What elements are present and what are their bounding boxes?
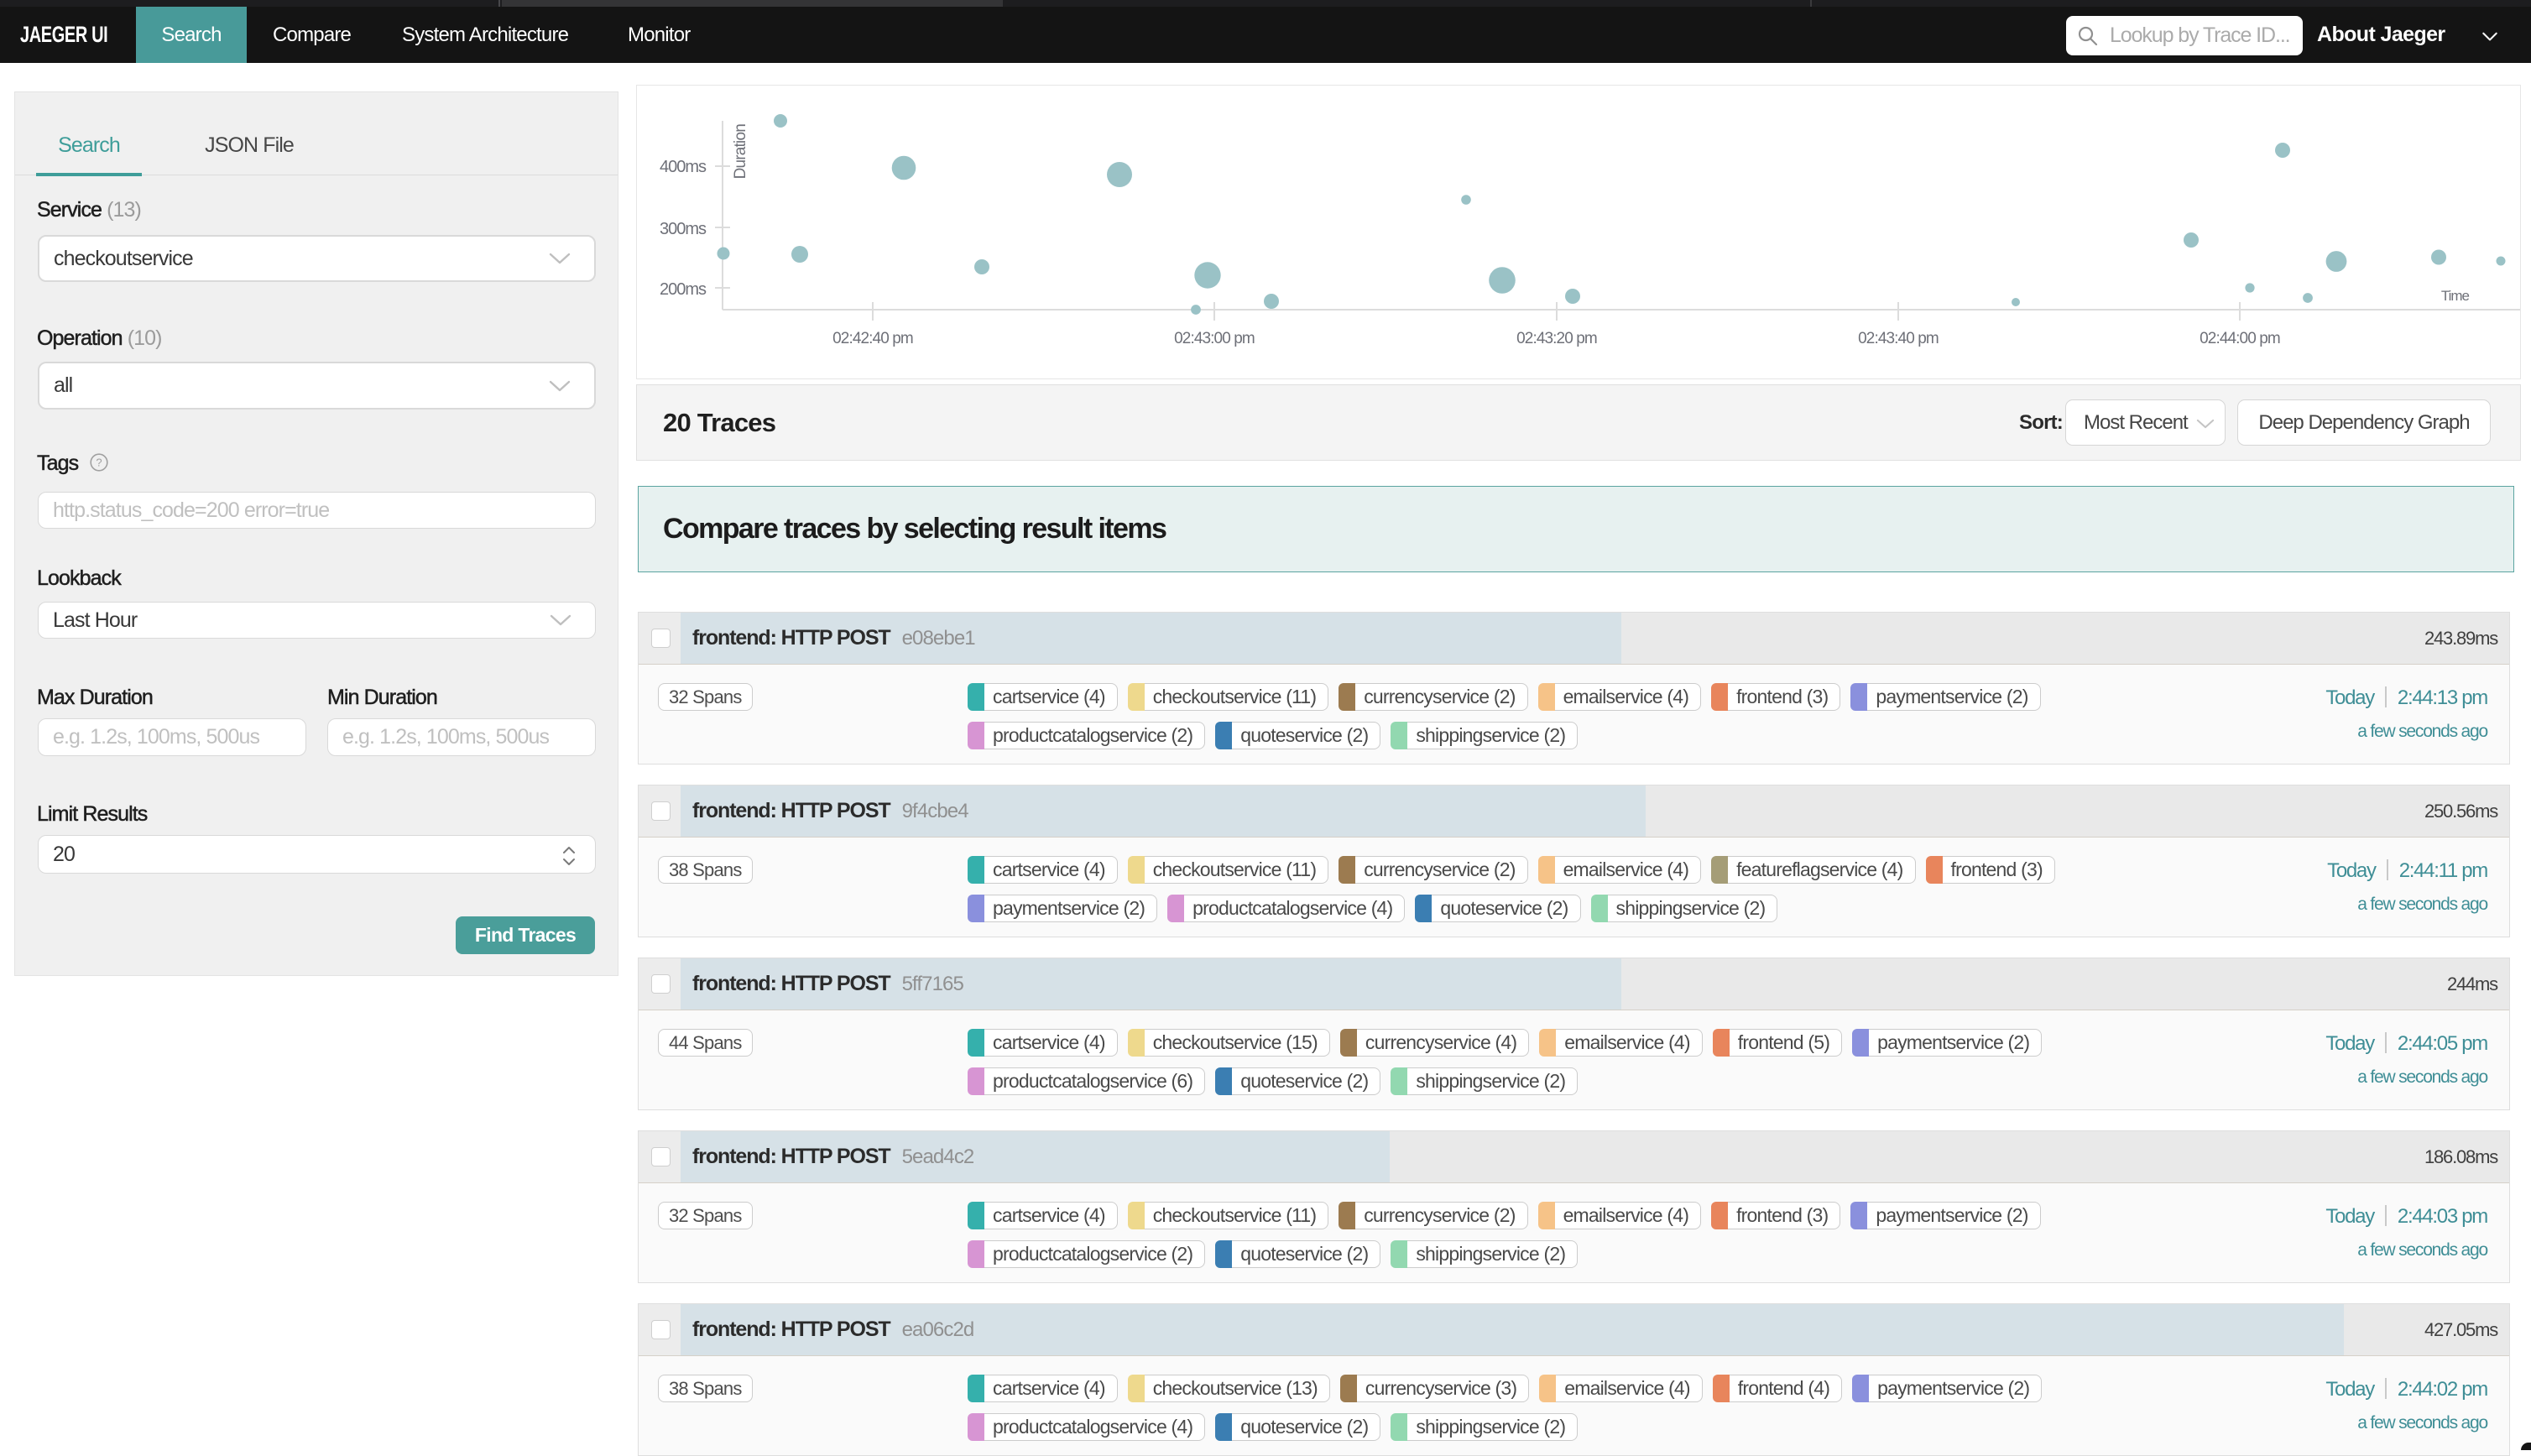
svg-text:Duration: Duration: [732, 124, 749, 180]
svg-text:02:43:20 pm: 02:43:20 pm: [1516, 330, 1597, 347]
svg-text:?: ?: [97, 457, 102, 469]
svg-text:02:43:40 pm: 02:43:40 pm: [1858, 330, 1939, 347]
svg-text:02:43:00 pm: 02:43:00 pm: [1174, 330, 1255, 347]
svg-text:02:42:40 pm: 02:42:40 pm: [832, 330, 913, 347]
svg-text:400ms: 400ms: [660, 158, 707, 176]
svg-text:02:44:00 pm: 02:44:00 pm: [2200, 330, 2280, 347]
svg-text:200ms: 200ms: [660, 280, 707, 299]
svg-text:Time: Time: [2441, 288, 2470, 304]
svg-text:300ms: 300ms: [660, 220, 707, 238]
